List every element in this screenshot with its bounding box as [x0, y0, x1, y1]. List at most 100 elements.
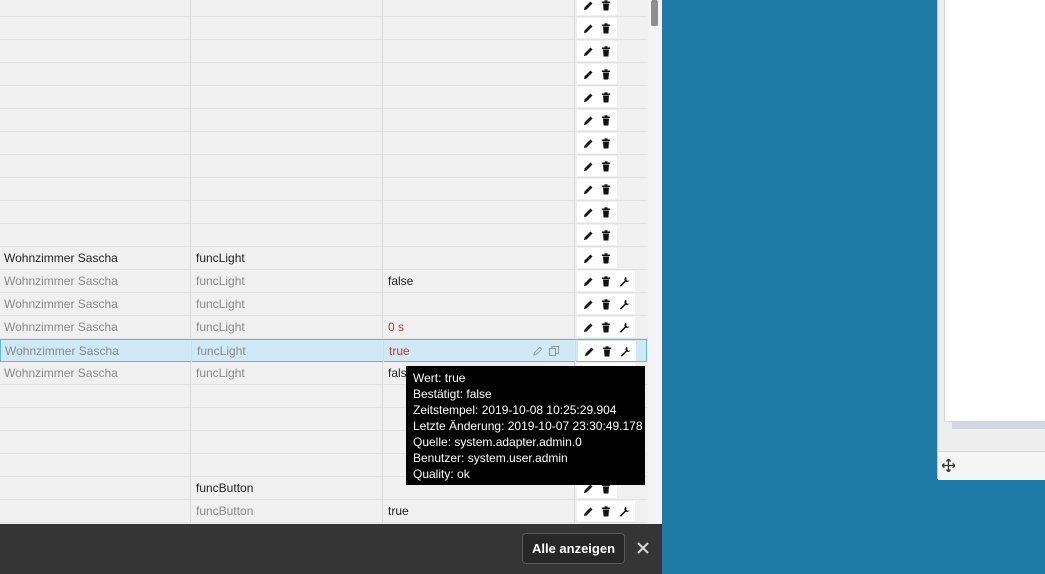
edit-value-icon[interactable] — [533, 343, 543, 361]
wrench-icon[interactable] — [615, 318, 633, 336]
copy-icon[interactable] — [549, 343, 559, 361]
pencil-icon[interactable] — [579, 249, 597, 267]
trash-icon[interactable] — [597, 295, 615, 313]
trash-icon[interactable] — [597, 134, 615, 152]
trash-icon[interactable] — [597, 226, 615, 244]
move-icon[interactable] — [942, 459, 955, 472]
wrench-icon[interactable] — [615, 272, 633, 290]
tooltip-line-value: Wert: true — [413, 371, 466, 385]
value-cell[interactable] — [383, 63, 575, 85]
room-cell — [0, 155, 191, 177]
pencil-icon[interactable] — [579, 203, 597, 221]
pencil-icon[interactable] — [579, 180, 597, 198]
value-cell[interactable] — [383, 17, 575, 39]
trash-icon[interactable] — [597, 42, 615, 60]
table-row[interactable] — [0, 0, 647, 17]
wrench-icon[interactable] — [615, 295, 633, 313]
table-row[interactable] — [0, 63, 647, 86]
table-row[interactable] — [0, 155, 647, 178]
room-cell — [0, 477, 191, 499]
room-cell — [0, 385, 191, 407]
value-cell[interactable] — [383, 40, 575, 62]
table-row[interactable] — [0, 224, 647, 247]
function-cell — [191, 155, 383, 177]
table-row[interactable] — [0, 40, 647, 63]
row-actions — [577, 87, 617, 107]
function-cell — [191, 408, 383, 430]
function-cell — [191, 431, 383, 453]
function-cell — [191, 454, 383, 476]
pencil-icon[interactable] — [579, 502, 597, 520]
room-cell — [0, 132, 191, 154]
table-row[interactable]: Wohnzimmer Sascha funcLight — [0, 247, 647, 270]
wrench-icon[interactable] — [616, 342, 634, 360]
object-browser: Wohnzimmer Sascha funcLight Wohnzimmer Sas… — [0, 0, 662, 574]
trash-icon[interactable] — [597, 65, 615, 83]
trash-icon[interactable] — [597, 0, 615, 14]
trash-icon[interactable] — [597, 88, 615, 106]
table-row[interactable]: Wohnzimmer Sascha funcLight false — [0, 270, 647, 293]
pencil-icon[interactable] — [579, 226, 597, 244]
scrollbar-thumb[interactable] — [651, 0, 658, 26]
pencil-icon[interactable] — [579, 318, 597, 336]
row-actions — [577, 179, 617, 199]
close-icon[interactable] — [636, 541, 650, 555]
trash-icon[interactable] — [597, 318, 615, 336]
function-cell — [191, 109, 383, 131]
pencil-icon[interactable] — [579, 272, 597, 290]
trash-icon[interactable] — [598, 342, 616, 360]
value-cell[interactable]: true — [383, 500, 575, 522]
value-cell[interactable] — [383, 0, 575, 16]
table-row[interactable] — [0, 201, 647, 224]
room-cell: Wohnzimmer Sascha — [0, 270, 191, 292]
table-row[interactable] — [0, 132, 647, 155]
table-row[interactable]: funcButton true — [0, 500, 647, 523]
table-row[interactable] — [0, 17, 647, 40]
table-row[interactable] — [0, 178, 647, 201]
function-cell — [191, 63, 383, 85]
function-cell: funcLight — [191, 362, 383, 384]
downloads-bar: Alle anzeigen — [0, 524, 662, 574]
table-row[interactable] — [0, 86, 647, 109]
pencil-icon[interactable] — [579, 111, 597, 129]
row-actions — [577, 18, 617, 38]
pencil-icon[interactable] — [579, 65, 597, 83]
wrench-icon[interactable] — [615, 502, 633, 520]
value-cell[interactable] — [383, 201, 575, 223]
pencil-icon[interactable] — [579, 19, 597, 37]
trash-icon[interactable] — [597, 111, 615, 129]
value-cell[interactable] — [383, 109, 575, 131]
room-cell — [0, 408, 191, 430]
value-cell[interactable] — [383, 293, 575, 315]
value-cell[interactable]: 0 s — [383, 316, 575, 338]
trash-icon[interactable] — [597, 502, 615, 520]
trash-icon[interactable] — [597, 180, 615, 198]
trash-icon[interactable] — [597, 19, 615, 37]
value-cell[interactable] — [383, 247, 575, 269]
table-row[interactable] — [0, 109, 647, 132]
table-row[interactable]: Wohnzimmer Sascha funcLight 0 s — [0, 316, 647, 339]
row-actions — [577, 248, 617, 268]
value-cell[interactable] — [383, 155, 575, 177]
value-cell[interactable]: false — [383, 270, 575, 292]
pencil-icon[interactable] — [580, 342, 598, 360]
pencil-icon[interactable] — [579, 157, 597, 175]
value-cell[interactable] — [383, 132, 575, 154]
vertical-scrollbar[interactable] — [648, 0, 662, 524]
pencil-icon[interactable] — [579, 42, 597, 60]
pencil-icon[interactable] — [579, 88, 597, 106]
table-row[interactable]: Wohnzimmer Sascha funcLight — [0, 293, 647, 316]
function-cell — [191, 17, 383, 39]
trash-icon[interactable] — [597, 249, 615, 267]
pencil-icon[interactable] — [579, 295, 597, 313]
value-cell[interactable] — [383, 178, 575, 200]
pencil-icon[interactable] — [579, 134, 597, 152]
value-cell[interactable] — [383, 86, 575, 108]
show-all-button[interactable]: Alle anzeigen — [522, 533, 625, 564]
trash-icon[interactable] — [597, 203, 615, 221]
table-row[interactable]: Wohnzimmer Sascha funcLight true — [0, 339, 647, 362]
trash-icon[interactable] — [597, 272, 615, 290]
pencil-icon[interactable] — [579, 0, 597, 14]
value-cell[interactable] — [383, 224, 575, 246]
trash-icon[interactable] — [597, 157, 615, 175]
